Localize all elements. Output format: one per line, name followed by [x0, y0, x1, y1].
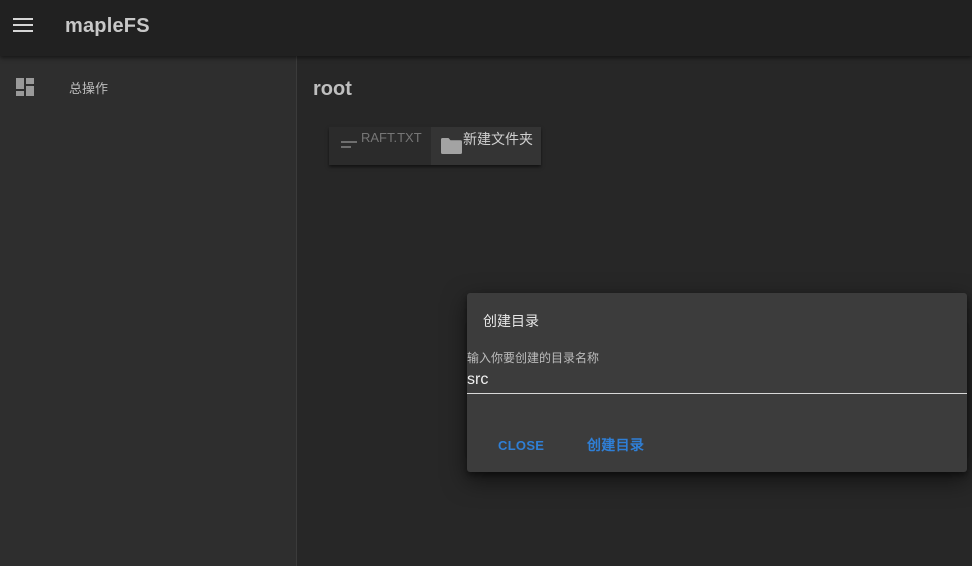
dashboard-icon [16, 78, 34, 96]
sidebar-item-overview[interactable]: 总操作 [0, 70, 296, 102]
breadcrumb[interactable]: root [313, 78, 352, 101]
app-title: mapleFS [65, 15, 150, 37]
menu-icon[interactable] [13, 18, 33, 34]
file-item[interactable]: RAFT.TXT [329, 127, 431, 165]
folder-icon [441, 138, 462, 154]
folder-item[interactable]: 新建文件夹 [431, 127, 541, 165]
sidebar-item-label: 总操作 [69, 81, 109, 96]
directory-name-field: 输入你要创建的目录名称 [467, 347, 967, 395]
file-list: RAFT.TXT 新建文件夹 [329, 127, 541, 165]
app-bar: mapleFS [0, 0, 972, 56]
dialog-title: 创建目录 [483, 313, 539, 329]
create-directory-dialog: 创建目录 输入你要创建的目录名称 CLOSE 创建目录 [467, 293, 967, 472]
file-lines-icon [341, 141, 357, 151]
directory-name-label: 输入你要创建的目录名称 [467, 351, 600, 365]
sidebar: 总操作 [0, 56, 297, 566]
file-name: RAFT.TXT [361, 130, 422, 145]
close-button[interactable]: CLOSE [484, 429, 558, 461]
create-directory-button[interactable]: 创建目录 [573, 429, 658, 461]
folder-name: 新建文件夹 [463, 131, 533, 147]
directory-name-input[interactable] [467, 366, 967, 394]
